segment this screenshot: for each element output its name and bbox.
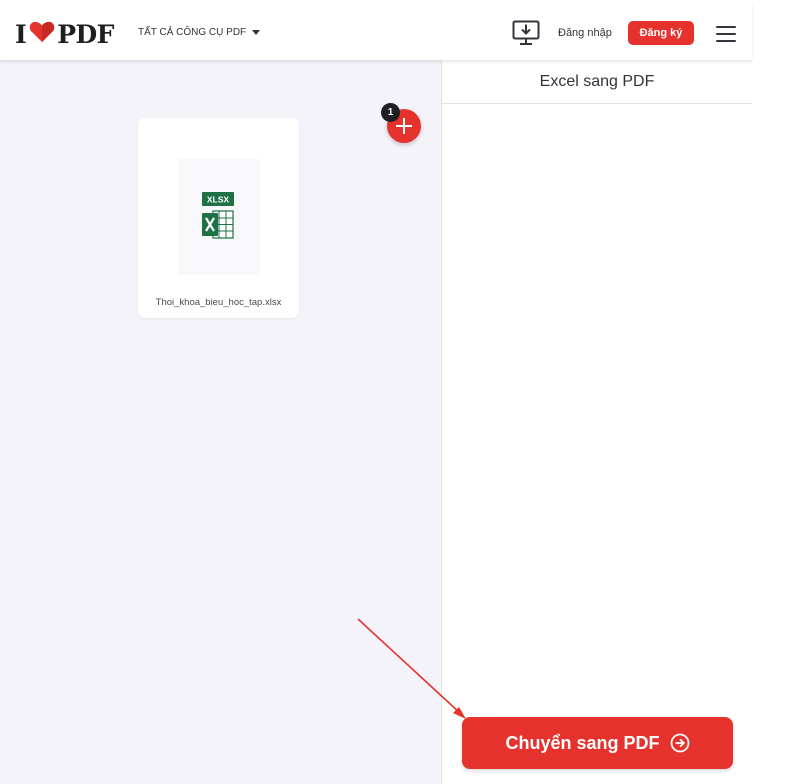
desktop-download-icon[interactable] — [512, 20, 540, 46]
all-pdf-tools-menu[interactable]: TẤT CẢ CÔNG CỤ PDF — [138, 27, 261, 38]
caret-down-icon — [252, 30, 261, 35]
convert-button-label: Chuyển sang PDF — [505, 732, 660, 753]
logo-text-i: I — [15, 20, 27, 49]
page-margin — [752, 0, 800, 784]
xlsx-file-icon: XLSX — [202, 192, 234, 239]
options-sidebar: Excel sang PDF Chuyển sang PDF — [442, 60, 752, 784]
file-count-badge: 1 — [381, 103, 400, 122]
ilovepdf-logo[interactable]: I PDF — [15, 20, 114, 49]
file-workspace: XLSX Thoi_khoa_bieu_hoc_tap.xlsx 1 — [0, 60, 442, 784]
sidebar-title: Excel sang PDF — [442, 60, 752, 104]
file-name-label: Thoi_khoa_bieu_hoc_tap.xlsx — [155, 297, 282, 308]
file-card[interactable]: XLSX Thoi_khoa_bieu_hoc_tap.xlsx — [138, 118, 299, 318]
top-header: I PDF TẤT CẢ CÔNG CỤ PDF Đăng nhập Đăng … — [0, 0, 752, 60]
file-thumbnail: XLSX — [178, 159, 260, 275]
signup-button[interactable]: Đăng ký — [628, 21, 694, 45]
hamburger-icon[interactable] — [716, 26, 736, 42]
tools-menu-label: TẤT CẢ CÔNG CỤ PDF — [138, 27, 247, 38]
arrow-circle-right-icon — [670, 733, 689, 753]
svg-text:XLSX: XLSX — [207, 195, 230, 205]
heart-icon — [29, 20, 55, 49]
login-link[interactable]: Đăng nhập — [558, 27, 612, 39]
logo-text-pdf: PDF — [57, 20, 114, 49]
convert-to-pdf-button[interactable]: Chuyển sang PDF — [462, 717, 733, 769]
